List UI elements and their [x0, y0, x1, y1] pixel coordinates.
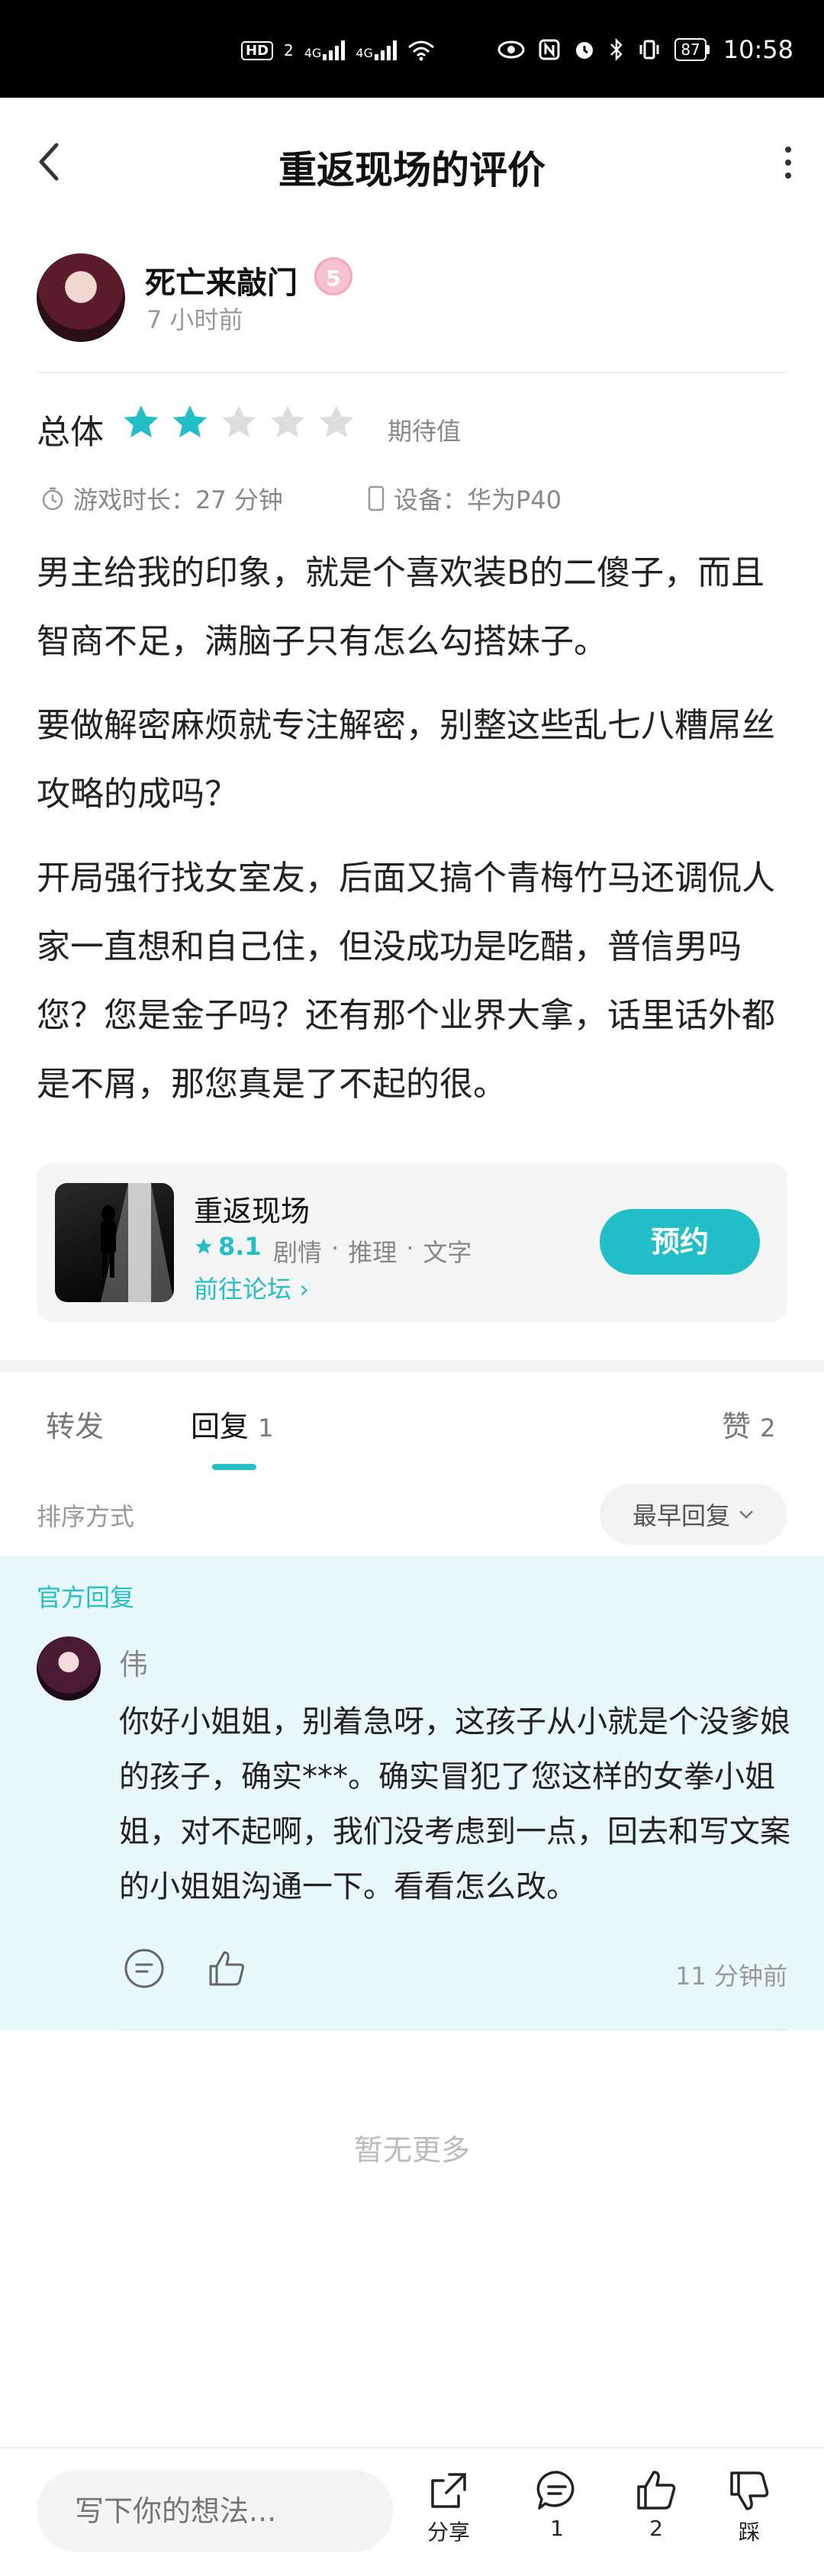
review-detail-page: HD 2 4G 4G 87 10:58 重返现场的评价 死亡来敲门 5 7 小时… — [0, 0, 824, 2576]
dislike-label: 踩 — [738, 2520, 760, 2545]
signal-icon — [374, 40, 397, 60]
network-2: 4G — [356, 40, 397, 60]
review-paragraph-1: 男主给我的印象，就是个喜欢装B的二傻子，而且智商不足，满脑子只有怎么勾搭妹子。 — [37, 553, 765, 661]
tab-like[interactable]: 赞 2 — [722, 1403, 775, 1445]
status-right: 87 10:58 — [497, 35, 793, 64]
rating-stars — [122, 403, 356, 441]
tab-forward[interactable]: 转发 — [46, 1403, 104, 1445]
comment-button[interactable]: 1 — [519, 2468, 595, 2541]
no-more-text: 暂无更多 — [353, 2133, 470, 2167]
game-cover-art — [101, 1183, 174, 1302]
post-time: 7 小时前 — [146, 305, 243, 334]
wifi-icon — [407, 40, 434, 61]
chevron-right-icon: › — [299, 1275, 309, 1304]
game-cover-image[interactable] — [55, 1183, 174, 1302]
share-button[interactable]: 分享 — [410, 2468, 487, 2546]
replier-avatar[interactable] — [37, 1636, 101, 1701]
page-title: 重返现场的评价 — [278, 148, 546, 192]
section-divider — [0, 1360, 824, 1372]
tag-separator: · — [331, 1233, 340, 1262]
star-icon — [195, 1238, 212, 1254]
divider — [37, 372, 787, 373]
reserve-button[interactable]: 预约 — [600, 1209, 760, 1275]
comment-icon[interactable] — [122, 1946, 166, 1991]
sort-dropdown[interactable]: 最早回复 — [600, 1484, 787, 1545]
sort-label: 排序方式 — [37, 1502, 135, 1531]
vibrate-icon — [639, 40, 659, 60]
comment-input[interactable] — [37, 2470, 394, 2552]
sort-value: 最早回复 — [632, 1501, 730, 1530]
game-card[interactable]: 重返现场 8.1 剧情 · 推理 · 文字 前往论坛 › 预约 — [37, 1163, 787, 1322]
reply-time: 11 分钟前 — [675, 1962, 787, 1991]
like-button[interactable]: 2 — [618, 2468, 694, 2541]
comment-icon — [536, 2471, 575, 2510]
game-tag: 剧情 — [273, 1238, 323, 1267]
network-1: 4G — [304, 40, 346, 60]
star-empty-icon — [221, 405, 256, 437]
game-name[interactable]: 重返现场 — [194, 1188, 310, 1230]
like-icon — [637, 2471, 676, 2510]
like-count: 2 — [760, 1414, 776, 1443]
star-empty-icon — [270, 405, 305, 437]
nfc-icon — [539, 39, 560, 60]
reply-count: 1 — [258, 1414, 274, 1443]
dislike-button[interactable]: 踩 — [711, 2468, 787, 2546]
share-label: 分享 — [426, 2520, 470, 2545]
sim-label: 2 — [284, 41, 294, 60]
battery-icon: 87 — [674, 38, 710, 61]
reply-actions — [122, 1946, 249, 1991]
timer-icon — [42, 487, 63, 511]
like-icon[interactable] — [204, 1946, 249, 1991]
official-reply-label: 官方回复 — [37, 1583, 135, 1612]
star-empty-icon — [319, 405, 354, 437]
like-count: 2 — [649, 2516, 663, 2541]
playtime-text: 游戏时长：27 分钟 — [73, 485, 283, 514]
game-score: 8.1 — [194, 1232, 262, 1261]
level-badge: 5 — [314, 257, 352, 295]
signal-icon — [323, 40, 346, 60]
forum-link[interactable]: 前往论坛 › — [194, 1270, 309, 1305]
replier-name[interactable]: 伟 — [119, 1641, 148, 1683]
review-paragraph-3: 开局强行找女室友，后面又搞个青梅竹马还调侃人家一直想和自己住，但没成功是吃醋，普… — [37, 859, 775, 1104]
share-icon — [431, 2473, 466, 2508]
clock: 10:58 — [723, 35, 793, 64]
eye-icon — [497, 40, 525, 59]
dislike-icon — [730, 2471, 769, 2510]
star-filled-icon — [172, 405, 208, 437]
rating-label: 总体 — [37, 413, 104, 452]
tag-separator: · — [406, 1233, 414, 1262]
alarm-icon — [576, 42, 594, 59]
status-left: HD 2 4G 4G — [241, 40, 435, 61]
star-filled-icon — [124, 405, 159, 437]
device-text: 设备：华为P40 — [394, 485, 562, 514]
divider — [119, 2029, 787, 2030]
game-tag: 文字 — [423, 1238, 472, 1267]
tab-indicator — [212, 1464, 256, 1470]
chevron-down-icon — [739, 1510, 753, 1519]
rating-text: 期待值 — [388, 417, 462, 446]
hd-badge: HD — [241, 40, 274, 60]
game-tag: 推理 — [348, 1238, 398, 1267]
status-bar: HD 2 4G 4G 87 10:58 — [0, 0, 824, 98]
device-meta: 设备：华为P40 — [366, 481, 562, 516]
bluetooth-icon — [610, 38, 623, 61]
reply-text: 你好小姐姐，别着急呀，这孩子从小就是个没爹娘的孩子，确实***。确实冒犯了您这样… — [119, 1704, 790, 1904]
tab-reply[interactable]: 回复 1 — [191, 1403, 273, 1445]
bottom-bar: 分享 1 2 踩 — [0, 2447, 824, 2576]
more-vertical-icon[interactable] — [777, 143, 800, 182]
playtime-meta: 游戏时长：27 分钟 — [40, 481, 283, 516]
official-reply: 官方回复 伟 你好小姐姐，别着急呀，这孩子从小就是个没爹娘的孩子，确实***。确… — [0, 1556, 824, 2030]
game-tags: 剧情 · 推理 · 文字 — [273, 1233, 472, 1269]
author-name[interactable]: 死亡来敲门 — [145, 258, 298, 302]
app-header: 重返现场的评价 — [0, 98, 824, 227]
author-avatar[interactable] — [37, 253, 125, 342]
comment-count: 1 — [550, 2516, 564, 2541]
phone-icon — [368, 485, 385, 511]
review-paragraph-2: 要做解密麻烦就专注解密，别整这些乱七八糟屌丝攻略的成吗？ — [37, 706, 775, 814]
